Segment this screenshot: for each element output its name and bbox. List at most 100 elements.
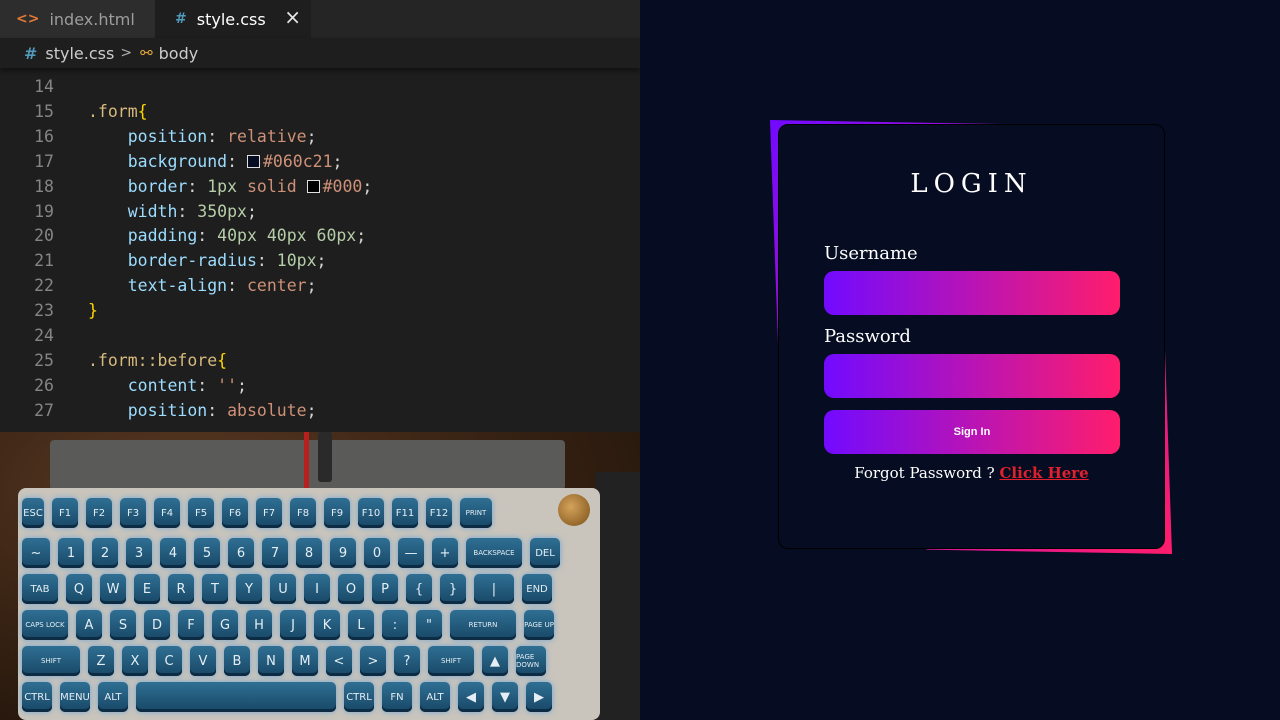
sign-in-button[interactable]: Sign In xyxy=(824,410,1120,454)
code-line: 21 border-radius: 10px; xyxy=(0,248,640,273)
keyboard-key: ALT xyxy=(98,682,128,712)
color-swatch-icon xyxy=(306,179,320,193)
keyboard-key: ~ xyxy=(22,538,50,568)
line-number: 26 xyxy=(34,375,54,395)
code-line: 18 border: 1px solid #000; xyxy=(0,174,640,199)
css-property: border xyxy=(127,176,188,196)
keyboard-key: Q xyxy=(66,574,92,604)
css-colon: : xyxy=(197,375,218,395)
breadcrumb-symbol[interactable]: body xyxy=(159,44,199,63)
forgot-password-line: Forgot Password ? Click Here xyxy=(779,464,1164,482)
keyboard-key: F11 xyxy=(392,498,418,528)
keyboard-key: ▶ xyxy=(526,682,552,712)
code-line: 14 xyxy=(0,74,640,99)
username-input[interactable] xyxy=(824,271,1120,315)
desk-pad xyxy=(596,472,640,720)
css-property: padding xyxy=(127,226,198,246)
keyboard-key: + xyxy=(432,538,458,568)
keyboard-key: 5 xyxy=(194,538,220,568)
css-value: '' xyxy=(217,375,238,395)
keyboard-key: { xyxy=(406,574,432,604)
code-text: .form{ xyxy=(88,99,148,124)
keyboard-key: M xyxy=(292,646,318,676)
keyboard-key: F10 xyxy=(358,498,384,528)
keyboard-key: < xyxy=(326,646,352,676)
code-text: position: absolute; xyxy=(88,398,317,423)
keyboard-key: } xyxy=(440,574,466,604)
css-value: center xyxy=(246,276,307,296)
keyboard-key: ▼ xyxy=(492,682,518,712)
css-number: 350px xyxy=(197,201,247,221)
tab-label: style.css xyxy=(196,9,266,29)
keyboard-key: 4 xyxy=(160,538,186,568)
keyboard-key: E xyxy=(134,574,160,604)
keyboard-key: SHIFT xyxy=(22,646,80,676)
keyboard-key: | xyxy=(474,574,514,604)
css-number: 1px xyxy=(207,176,238,196)
keyboard-key: CTRL xyxy=(344,682,374,712)
line-number: 15 xyxy=(34,101,54,121)
css-property: position xyxy=(127,400,208,420)
keyboard-key: U xyxy=(270,574,296,604)
css-brace: { xyxy=(217,350,228,370)
keyboard-key: H xyxy=(246,610,272,640)
username-label: Username xyxy=(824,243,918,264)
keyboard-key: F4 xyxy=(154,498,180,528)
keyboard-key: ◀ xyxy=(458,682,484,712)
css-semicolon: ; xyxy=(332,151,343,171)
css-selector: .form::before xyxy=(88,350,218,370)
keyboard-key: D xyxy=(144,610,170,640)
line-number: 27 xyxy=(34,400,54,420)
css-colon: : xyxy=(207,126,228,146)
close-tab-icon[interactable]: × xyxy=(284,5,301,29)
password-input[interactable] xyxy=(824,354,1120,398)
keyboard-key: C xyxy=(156,646,182,676)
css-file-icon: # xyxy=(24,43,38,63)
browser-preview: LOGIN Username Password Sign In Forgot P… xyxy=(640,0,1280,720)
keyboard-key xyxy=(136,682,336,712)
code-line: 22 text-align: center; xyxy=(0,273,640,298)
keyboard-key: F3 xyxy=(120,498,146,528)
css-value: #060c21 xyxy=(262,151,333,171)
editor-tab-bar: <> index.html # style.css × xyxy=(0,0,640,38)
keyboard-key: : xyxy=(382,610,408,640)
css-colon: : xyxy=(197,226,218,246)
keyboard-key: ESC xyxy=(22,498,44,528)
forgot-password-text: Forgot Password ? xyxy=(854,464,995,482)
keyboard-key: 3 xyxy=(126,538,152,568)
css-semicolon: ; xyxy=(306,276,317,296)
keyboard-key: F2 xyxy=(86,498,112,528)
keyboard-photo: ESC F1 F2 F3 F4 F5 F6 F7 F8 F9 F10 F11 F12 PRINT ~1 2 3 4… xyxy=(0,432,640,720)
keyboard-key: O xyxy=(338,574,364,604)
click-here-link[interactable]: Click Here xyxy=(999,464,1088,482)
code-text: .form::before{ xyxy=(88,348,227,373)
keyboard-key: " xyxy=(416,610,442,640)
keyboard-key: ALT xyxy=(420,682,450,712)
keyboard-key: T xyxy=(202,574,228,604)
line-number: 17 xyxy=(34,151,54,171)
keyboard-key: BACKSPACE xyxy=(466,538,522,568)
keyboard-key: 7 xyxy=(262,538,288,568)
keyboard-key: F5 xyxy=(188,498,214,528)
tab-index-html[interactable]: <> index.html xyxy=(0,0,155,38)
keyboard-key: MENU xyxy=(60,682,90,712)
keyboard-key: F6 xyxy=(222,498,248,528)
code-area[interactable]: 14 15 .form{16 position: relative; 17 backg… xyxy=(0,62,640,432)
keyboard-key: FN xyxy=(382,682,412,712)
css-property: background xyxy=(127,151,228,171)
line-number: 18 xyxy=(34,176,54,196)
code-text: position: relative; xyxy=(88,124,317,149)
tab-style-css[interactable]: # style.css × xyxy=(155,0,311,38)
html-file-icon: <> xyxy=(16,11,40,27)
breadcrumb-file[interactable]: style.css xyxy=(45,44,114,63)
keyboard-key: F8 xyxy=(290,498,316,528)
css-value: relative xyxy=(227,126,307,146)
keyboard-key: K xyxy=(314,610,340,640)
code-text: content: ''; xyxy=(88,373,247,398)
css-property: width xyxy=(127,201,178,221)
login-form: LOGIN Username Password Sign In Forgot P… xyxy=(778,124,1165,549)
keyboard-key: CAPS LOCK xyxy=(22,610,68,640)
code-line: 15 .form{ xyxy=(0,99,640,124)
keyboard-key: F1 xyxy=(52,498,78,528)
css-colon: : xyxy=(177,201,198,221)
